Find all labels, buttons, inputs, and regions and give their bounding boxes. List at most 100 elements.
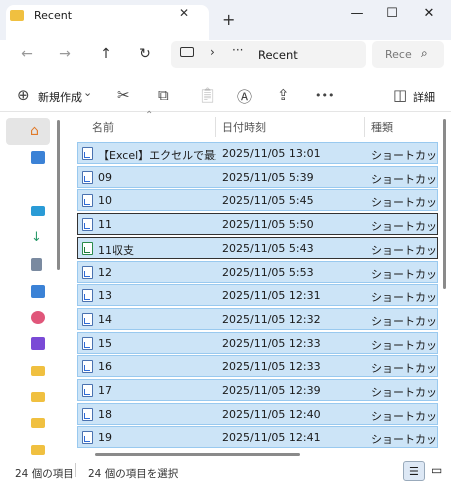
up-button[interactable]: ↑ xyxy=(95,46,117,66)
details-pane-icon[interactable]: ◫ xyxy=(393,86,407,104)
more-options-button[interactable]: ••• xyxy=(315,89,334,102)
shortcut-icon xyxy=(82,218,93,232)
search-icon[interactable]: ⌕ xyxy=(421,46,428,61)
file-type: ショートカット xyxy=(371,409,437,423)
documents-icon[interactable] xyxy=(31,258,42,271)
file-name: 11 xyxy=(98,218,112,232)
back-button[interactable]: ← xyxy=(16,46,38,66)
file-row[interactable]: 【Excel】エクセルで最近使... 2025/11/05 13:01 ショートカッ… xyxy=(77,142,438,164)
shortcut-icon xyxy=(82,265,93,279)
file-name: 13 xyxy=(98,289,112,303)
file-row[interactable]: 15 2025/11/05 12:33 ショートカット xyxy=(77,331,438,354)
home-icon[interactable]: ⌂ xyxy=(30,123,39,139)
folder-icon[interactable] xyxy=(31,418,45,428)
item-count: 24 個の項目 xyxy=(15,468,74,480)
details-view-icon: ☰ xyxy=(409,465,419,478)
file-row[interactable]: 11 2025/11/05 5:50 ショートカット xyxy=(77,213,438,236)
file-name: 17 xyxy=(98,384,112,397)
column-divider[interactable] xyxy=(364,117,365,137)
file-name: 16 xyxy=(98,360,112,374)
file-row[interactable]: 12 2025/11/05 5:53 ショートカット xyxy=(77,260,438,283)
column-header-type[interactable]: 種類 xyxy=(371,119,393,135)
file-row[interactable]: 18 2025/11/05 12:40 ショートカット xyxy=(77,402,438,425)
file-name: 10 xyxy=(98,194,112,208)
sidebar-item-home[interactable] xyxy=(6,118,50,145)
file-date: 2025/11/05 12:39 xyxy=(222,384,321,397)
desktop-icon[interactable] xyxy=(31,206,45,216)
navigation-pane xyxy=(0,113,60,458)
file-row[interactable]: 19 2025/11/05 12:41 ショートカット xyxy=(77,426,438,449)
address-chevron-icon[interactable]: › xyxy=(210,45,215,59)
details-button[interactable]: 詳細 xyxy=(413,89,435,105)
add-icon[interactable]: ⊕ xyxy=(17,86,30,104)
column-divider[interactable] xyxy=(215,117,216,137)
folder-icon[interactable] xyxy=(31,445,45,455)
file-type: ショートカット xyxy=(371,386,437,399)
forward-button[interactable]: → xyxy=(54,46,76,66)
share-icon[interactable]: ⇪ xyxy=(277,86,290,104)
file-name: 15 xyxy=(98,336,112,350)
pictures-icon[interactable] xyxy=(31,285,45,298)
address-current[interactable]: Recent xyxy=(258,48,298,62)
shortcut-icon xyxy=(82,170,93,184)
file-date: 2025/11/05 12:33 xyxy=(222,360,321,374)
cut-icon[interactable]: ✂ xyxy=(117,86,130,104)
nav-scrollbar[interactable] xyxy=(57,120,60,270)
shortcut-icon xyxy=(82,289,93,303)
file-row[interactable]: 16 2025/11/05 12:33 ショートカット xyxy=(77,355,438,378)
file-row[interactable]: 10 2025/11/05 5:45 ショートカット xyxy=(77,189,438,212)
file-type: ショートカット xyxy=(371,172,437,186)
paste-icon[interactable]: 📋︎ xyxy=(198,86,217,104)
file-date: 2025/11/05 12:41 xyxy=(222,431,321,445)
file-type: ショートカット xyxy=(371,149,437,162)
column-header-name[interactable]: 名前 xyxy=(92,119,114,135)
shortcut-icon xyxy=(82,384,93,397)
shortcut-icon xyxy=(82,194,93,208)
folder-icon[interactable] xyxy=(31,392,45,402)
horizontal-scrollbar[interactable] xyxy=(95,453,300,456)
file-name: 【Excel】エクセルで最近使... xyxy=(98,149,216,162)
this-pc-icon[interactable] xyxy=(180,47,194,57)
shortcut-icon xyxy=(82,336,93,350)
file-row[interactable]: 13 2025/11/05 12:31 ショートカット xyxy=(77,284,438,307)
file-type: ショートカット xyxy=(371,291,437,305)
maximize-button[interactable]: ☐ xyxy=(377,6,407,28)
videos-icon[interactable] xyxy=(31,337,45,350)
gallery-icon[interactable] xyxy=(31,151,45,164)
folder-icon[interactable] xyxy=(31,366,45,376)
file-type: ショートカット xyxy=(371,362,437,376)
vertical-scrollbar[interactable] xyxy=(443,119,446,289)
selected-count: 24 個の項目を選択 xyxy=(88,468,179,480)
file-name: 19 xyxy=(98,431,112,445)
downloads-icon[interactable]: ↓ xyxy=(31,230,42,245)
shortcut-icon xyxy=(82,147,93,160)
tab-close-icon[interactable]: ✕ xyxy=(179,6,189,20)
tiles-view-button[interactable]: ▭ xyxy=(427,461,449,481)
rename-icon[interactable]: Ⓐ xyxy=(237,86,252,107)
sort-arrow-icon: ⌃ xyxy=(145,110,154,121)
column-header-date[interactable]: 日付時刻 xyxy=(222,119,266,135)
file-date: 2025/11/05 5:50 xyxy=(222,218,314,232)
file-row[interactable]: 09 2025/11/05 5:39 ショートカット xyxy=(77,165,438,188)
refresh-button[interactable]: ↻ xyxy=(134,46,156,66)
new-button[interactable]: 新規作成 xyxy=(38,89,82,105)
shortcut-icon xyxy=(82,407,93,421)
file-row[interactable]: 17 2025/11/05 12:39 ショートカット xyxy=(77,379,438,401)
file-name: 11収支 xyxy=(98,243,134,257)
file-name: 14 xyxy=(98,312,112,326)
file-type: ショートカット xyxy=(371,338,437,352)
file-name: 09 xyxy=(98,170,112,184)
address-ellipsis-icon[interactable]: ··· xyxy=(232,43,243,57)
details-view-button[interactable]: ☰ xyxy=(403,461,425,481)
file-row[interactable]: 11収支 2025/11/05 5:43 ショートカット xyxy=(77,236,438,259)
new-tab-button[interactable]: + xyxy=(222,10,235,29)
copy-icon[interactable]: ⧉ xyxy=(158,86,169,104)
minimize-button[interactable]: — xyxy=(342,6,372,28)
file-name: 12 xyxy=(98,265,112,279)
file-type: ショートカット xyxy=(371,433,437,447)
search-input[interactable]: Rece xyxy=(385,48,412,61)
chevron-down-icon[interactable]: ⌄ xyxy=(83,86,92,99)
file-row[interactable]: 14 2025/11/05 12:32 ショートカット xyxy=(77,307,438,330)
close-window-button[interactable]: ✕ xyxy=(414,6,444,28)
music-icon[interactable] xyxy=(31,311,45,324)
